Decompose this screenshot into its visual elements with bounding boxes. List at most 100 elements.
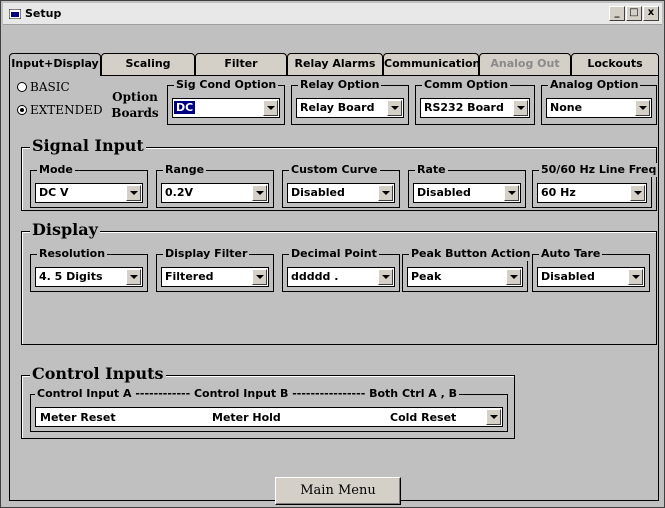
relay-option-group: Relay Option Relay Board (291, 78, 409, 125)
peak-button-select[interactable]: Peak (407, 267, 523, 287)
chevron-down-icon[interactable] (486, 409, 501, 425)
basic-radio[interactable]: BASIC (17, 80, 70, 94)
display-section: Display Resolution 4. 5 Digits Display F… (21, 220, 657, 345)
control-inputs-section: Control Inputs Control Input A ---------… (21, 364, 515, 439)
maximize-button[interactable]: □ (626, 6, 642, 21)
comm-option-select[interactable]: RS232 Board (420, 98, 530, 118)
tab-analog-out: Analog Out (479, 53, 571, 75)
relay-option-value: Relay Board (300, 101, 375, 114)
line-freq-select[interactable]: 60 Hz (537, 183, 647, 203)
control-inputs-header: Control Input A ------------ Control Inp… (35, 387, 460, 401)
analog-option-value: None (550, 101, 583, 114)
control-input-a-value: Meter Reset (40, 411, 116, 424)
signal-input-section: Signal Input Mode DC V Range 0.2V Custom… (21, 136, 659, 211)
auto-tare-value: Disabled (541, 270, 595, 283)
chevron-down-icon[interactable] (630, 185, 645, 201)
radio-circle-basic (17, 82, 27, 92)
sig-cond-option-label: Sig Cond Option (174, 78, 279, 92)
decimal-point-label: Decimal Point (289, 247, 379, 261)
chevron-down-icon[interactable] (263, 100, 278, 116)
sig-cond-option-group: Sig Cond Option DC (167, 78, 285, 125)
app-icon (9, 9, 21, 19)
range-group: Range 0.2V (156, 163, 274, 208)
decimal-point-value: ddddd . (291, 270, 339, 283)
decimal-point-select[interactable]: ddddd . (287, 267, 395, 287)
comm-option-group: Comm Option RS232 Board (415, 78, 535, 125)
line-freq-group: 50/60 Hz Line Freq 60 Hz (532, 163, 659, 208)
chevron-down-icon[interactable] (635, 100, 650, 116)
chevron-down-icon[interactable] (506, 269, 521, 285)
main-menu-button[interactable]: Main Menu (275, 477, 401, 505)
title-bar: Setup _ □ x (3, 3, 662, 25)
chevron-down-icon[interactable] (378, 185, 393, 201)
display-filter-value: Filtered (165, 270, 214, 283)
resolution-select[interactable]: 4. 5 Digits (35, 267, 143, 287)
option-boards-label: Option Boards (107, 89, 163, 121)
tab-lockouts[interactable]: Lockouts (571, 53, 659, 75)
sig-cond-option-value: DC (174, 101, 196, 114)
minimize-button[interactable]: _ (609, 6, 625, 21)
relay-option-select[interactable]: Relay Board (296, 98, 404, 118)
sig-cond-option-select[interactable]: DC (172, 98, 280, 118)
mode-value: DC V (39, 186, 69, 199)
auto-tare-label: Auto Tare (539, 247, 603, 261)
range-label: Range (163, 163, 207, 177)
tab-relay-alarms[interactable]: Relay Alarms (287, 53, 383, 75)
extended-radio[interactable]: EXTENDED (17, 103, 103, 117)
chevron-down-icon[interactable] (387, 100, 402, 116)
custom-curve-select[interactable]: Disabled (287, 183, 395, 203)
auto-tare-select[interactable]: Disabled (537, 267, 645, 287)
rate-value: Disabled (417, 186, 471, 199)
option-label: Option (112, 90, 158, 104)
chevron-down-icon[interactable] (628, 269, 643, 285)
setup-window: Setup _ □ x Input+Display Scaling Filter… (0, 0, 665, 508)
range-value: 0.2V (165, 186, 193, 199)
relay-option-label: Relay Option (298, 78, 382, 92)
mode-label: Mode (37, 163, 75, 177)
chevron-down-icon[interactable] (252, 185, 267, 201)
tab-communication[interactable]: Communication (383, 53, 480, 75)
radio-circle-extended (17, 105, 27, 115)
resolution-value: 4. 5 Digits (39, 270, 103, 283)
resolution-label: Resolution (37, 247, 108, 261)
range-select[interactable]: 0.2V (161, 183, 269, 203)
mode-select[interactable]: DC V (35, 183, 143, 203)
both-ctrl-value: Cold Reset (390, 411, 457, 424)
analog-option-label: Analog Option (548, 78, 641, 92)
chevron-down-icon[interactable] (252, 269, 267, 285)
control-inputs-group: Control Input A ------------ Control Inp… (30, 387, 508, 432)
comm-option-value: RS232 Board (424, 101, 504, 114)
tab-scaling[interactable]: Scaling (101, 53, 195, 75)
chevron-down-icon[interactable] (126, 269, 141, 285)
control-inputs-title: Control Inputs (30, 364, 166, 384)
custom-curve-value: Disabled (291, 186, 345, 199)
decimal-point-group: Decimal Point ddddd . (282, 247, 400, 292)
window-title: Setup (25, 7, 62, 20)
chevron-down-icon[interactable] (513, 100, 528, 116)
chevron-down-icon[interactable] (126, 185, 141, 201)
basic-label: BASIC (30, 80, 70, 94)
display-filter-select[interactable]: Filtered (161, 267, 269, 287)
analog-option-select[interactable]: None (546, 98, 652, 118)
rate-select[interactable]: Disabled (413, 183, 521, 203)
extended-label: EXTENDED (30, 103, 103, 117)
line-freq-value: 60 Hz (541, 186, 576, 199)
display-title: Display (30, 220, 100, 240)
display-filter-group: Display Filter Filtered (156, 247, 274, 292)
custom-curve-group: Custom Curve Disabled (282, 163, 400, 208)
tab-input-display[interactable]: Input+Display (9, 53, 101, 76)
resolution-group: Resolution 4. 5 Digits (30, 247, 148, 292)
close-button[interactable]: x (643, 6, 659, 21)
tab-filter[interactable]: Filter (195, 53, 287, 75)
display-filter-label: Display Filter (163, 247, 250, 261)
mode-group: Mode DC V (30, 163, 148, 208)
boards-label: Boards (111, 106, 159, 120)
peak-button-label: Peak Button Action (409, 247, 533, 261)
comm-option-label: Comm Option (422, 78, 511, 92)
chevron-down-icon[interactable] (378, 269, 393, 285)
chevron-down-icon[interactable] (504, 185, 519, 201)
line-freq-label: 50/60 Hz Line Freq (539, 163, 659, 177)
analog-option-group: Analog Option None (541, 78, 657, 125)
custom-curve-label: Custom Curve (289, 163, 380, 177)
control-inputs-select[interactable]: Meter Reset Meter Hold Cold Reset (35, 407, 503, 427)
